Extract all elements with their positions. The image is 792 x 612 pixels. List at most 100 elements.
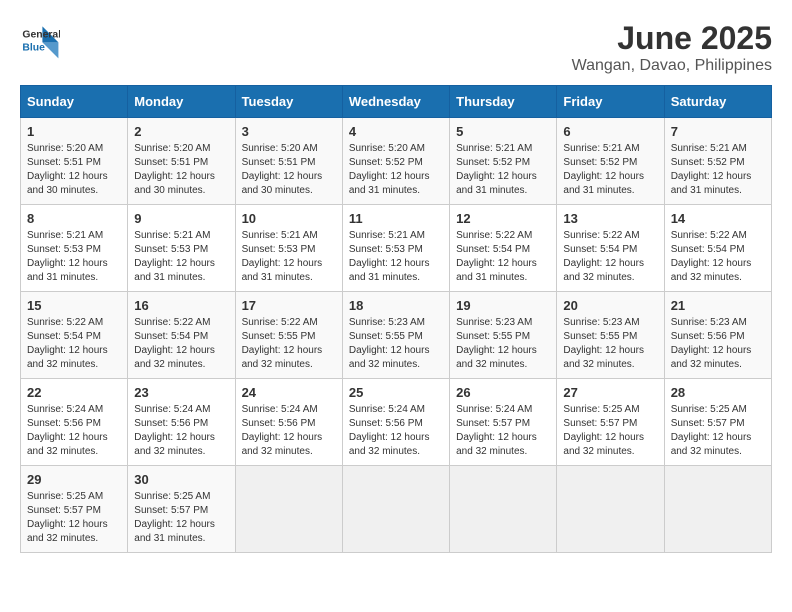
day-info: Sunrise: 5:22 AMSunset: 5:55 PMDaylight:… xyxy=(242,316,336,372)
calendar-cell: 28 Sunrise: 5:25 AMSunset: 5:57 PMDayligh… xyxy=(664,379,771,466)
day-info: Sunrise: 5:22 AMSunset: 5:54 PMDaylight:… xyxy=(27,316,121,372)
day-info: Sunrise: 5:23 AMSunset: 5:55 PMDaylight:… xyxy=(349,316,443,372)
calendar-cell: 19 Sunrise: 5:23 AMSunset: 5:55 PMDayligh… xyxy=(450,292,557,379)
day-info: Sunrise: 5:20 AMSunset: 5:51 PMDaylight:… xyxy=(27,142,121,198)
calendar-cell: 29 Sunrise: 5:25 AMSunset: 5:57 PMDayligh… xyxy=(21,466,128,553)
day-info: Sunrise: 5:22 AMSunset: 5:54 PMDaylight:… xyxy=(456,229,550,285)
calendar-cell: 20Sunrise: 5:23 AMSunset: 5:55 PMDayligh… xyxy=(557,292,664,379)
calendar-cell: 14Sunrise: 5:22 AMSunset: 5:54 PMDayligh… xyxy=(664,205,771,292)
day-number: 21 xyxy=(671,298,765,313)
day-number: 28 xyxy=(671,385,765,400)
day-number: 13 xyxy=(563,211,657,226)
calendar-cell: 26 Sunrise: 5:24 AMSunset: 5:57 PMDayligh… xyxy=(450,379,557,466)
page-title: June 2025 xyxy=(572,20,772,57)
title-block: June 2025 Wangan, Davao, Philippines xyxy=(572,20,772,75)
day-number: 20 xyxy=(563,298,657,313)
day-info: Sunrise: 5:24 AMSunset: 5:56 PMDaylight:… xyxy=(134,403,228,459)
day-number: 19 xyxy=(456,298,550,313)
svg-text:General: General xyxy=(22,30,60,41)
calendar-week-2: 8 Sunrise: 5:21 AMSunset: 5:53 PMDaylight… xyxy=(21,205,772,292)
day-number: 9 xyxy=(134,211,228,226)
calendar-cell: 15 Sunrise: 5:22 AMSunset: 5:54 PMDayligh… xyxy=(21,292,128,379)
day-number: 8 xyxy=(27,211,121,226)
header-tuesday: Tuesday xyxy=(235,86,342,118)
day-info: Sunrise: 5:21 AMSunset: 5:53 PMDaylight:… xyxy=(27,229,121,285)
day-info: Sunrise: 5:20 AMSunset: 5:51 PMDaylight:… xyxy=(134,142,228,198)
calendar-week-3: 15 Sunrise: 5:22 AMSunset: 5:54 PMDayligh… xyxy=(21,292,772,379)
day-number: 22 xyxy=(27,385,121,400)
day-info: Sunrise: 5:25 AMSunset: 5:57 PMDaylight:… xyxy=(671,403,765,459)
calendar-cell: 10Sunrise: 5:21 AMSunset: 5:53 PMDayligh… xyxy=(235,205,342,292)
day-info: Sunrise: 5:25 AMSunset: 5:57 PMDaylight:… xyxy=(27,490,121,546)
calendar-cell: 8 Sunrise: 5:21 AMSunset: 5:53 PMDaylight… xyxy=(21,205,128,292)
calendar-cell xyxy=(664,466,771,553)
day-info: Sunrise: 5:25 AMSunset: 5:57 PMDaylight:… xyxy=(563,403,657,459)
day-info: Sunrise: 5:24 AMSunset: 5:57 PMDaylight:… xyxy=(456,403,550,459)
calendar-cell: 25Sunrise: 5:24 AMSunset: 5:56 PMDayligh… xyxy=(342,379,449,466)
calendar-cell xyxy=(342,466,449,553)
calendar-cell: 22 Sunrise: 5:24 AMSunset: 5:56 PMDayligh… xyxy=(21,379,128,466)
day-number: 27 xyxy=(563,385,657,400)
day-info: Sunrise: 5:21 AMSunset: 5:53 PMDaylight:… xyxy=(242,229,336,285)
calendar-cell: 9 Sunrise: 5:21 AMSunset: 5:53 PMDaylight… xyxy=(128,205,235,292)
calendar-cell: 27 Sunrise: 5:25 AMSunset: 5:57 PMDayligh… xyxy=(557,379,664,466)
day-number: 30 xyxy=(134,472,228,487)
calendar-cell: 16 Sunrise: 5:22 AMSunset: 5:54 PMDayligh… xyxy=(128,292,235,379)
header-thursday: Thursday xyxy=(450,86,557,118)
day-info: Sunrise: 5:21 AMSunset: 5:52 PMDaylight:… xyxy=(671,142,765,198)
calendar-cell: 11 Sunrise: 5:21 AMSunset: 5:53 PMDayligh… xyxy=(342,205,449,292)
day-number: 3 xyxy=(242,124,336,139)
calendar-cell: 7 Sunrise: 5:21 AMSunset: 5:52 PMDaylight… xyxy=(664,118,771,205)
calendar-table: Sunday Monday Tuesday Wednesday Thursday… xyxy=(20,85,772,553)
day-info: Sunrise: 5:20 AMSunset: 5:51 PMDaylight:… xyxy=(242,142,336,198)
logo: General Blue xyxy=(20,20,60,60)
calendar-cell: 12Sunrise: 5:22 AMSunset: 5:54 PMDayligh… xyxy=(450,205,557,292)
day-number: 16 xyxy=(134,298,228,313)
day-info: Sunrise: 5:21 AMSunset: 5:53 PMDaylight:… xyxy=(134,229,228,285)
day-number: 15 xyxy=(27,298,121,313)
calendar-cell: 18 Sunrise: 5:23 AMSunset: 5:55 PMDayligh… xyxy=(342,292,449,379)
calendar-cell xyxy=(235,466,342,553)
calendar-cell xyxy=(557,466,664,553)
day-info: Sunrise: 5:24 AMSunset: 5:56 PMDaylight:… xyxy=(27,403,121,459)
day-info: Sunrise: 5:21 AMSunset: 5:52 PMDaylight:… xyxy=(563,142,657,198)
page-subtitle: Wangan, Davao, Philippines xyxy=(572,57,772,75)
calendar-cell: 4Sunrise: 5:20 AMSunset: 5:52 PMDaylight… xyxy=(342,118,449,205)
calendar-cell: 1Sunrise: 5:20 AMSunset: 5:51 PMDaylight… xyxy=(21,118,128,205)
day-number: 29 xyxy=(27,472,121,487)
day-number: 2 xyxy=(134,124,228,139)
day-number: 7 xyxy=(671,124,765,139)
day-number: 17 xyxy=(242,298,336,313)
day-info: Sunrise: 5:22 AMSunset: 5:54 PMDaylight:… xyxy=(563,229,657,285)
logo-icon: General Blue xyxy=(20,20,60,60)
header-saturday: Saturday xyxy=(664,86,771,118)
calendar-cell: 23Sunrise: 5:24 AMSunset: 5:56 PMDayligh… xyxy=(128,379,235,466)
header-friday: Friday xyxy=(557,86,664,118)
day-number: 11 xyxy=(349,211,443,226)
day-info: Sunrise: 5:24 AMSunset: 5:56 PMDaylight:… xyxy=(242,403,336,459)
day-number: 4 xyxy=(349,124,443,139)
calendar-cell: 5 Sunrise: 5:21 AMSunset: 5:52 PMDaylight… xyxy=(450,118,557,205)
calendar-cell: 3 Sunrise: 5:20 AMSunset: 5:51 PMDaylight… xyxy=(235,118,342,205)
day-info: Sunrise: 5:24 AMSunset: 5:56 PMDaylight:… xyxy=(349,403,443,459)
day-info: Sunrise: 5:23 AMSunset: 5:55 PMDaylight:… xyxy=(456,316,550,372)
calendar-cell: 2 Sunrise: 5:20 AMSunset: 5:51 PMDaylight… xyxy=(128,118,235,205)
page-header: General Blue June 2025 Wangan, Davao, Ph… xyxy=(20,20,772,75)
calendar-cell: 17 Sunrise: 5:22 AMSunset: 5:55 PMDayligh… xyxy=(235,292,342,379)
calendar-week-4: 22 Sunrise: 5:24 AMSunset: 5:56 PMDayligh… xyxy=(21,379,772,466)
calendar-week-1: 1Sunrise: 5:20 AMSunset: 5:51 PMDaylight… xyxy=(21,118,772,205)
day-info: Sunrise: 5:21 AMSunset: 5:53 PMDaylight:… xyxy=(349,229,443,285)
day-number: 26 xyxy=(456,385,550,400)
day-info: Sunrise: 5:22 AMSunset: 5:54 PMDaylight:… xyxy=(671,229,765,285)
day-info: Sunrise: 5:21 AMSunset: 5:52 PMDaylight:… xyxy=(456,142,550,198)
day-info: Sunrise: 5:25 AMSunset: 5:57 PMDaylight:… xyxy=(134,490,228,546)
day-number: 24 xyxy=(242,385,336,400)
day-number: 5 xyxy=(456,124,550,139)
day-number: 18 xyxy=(349,298,443,313)
calendar-week-5: 29 Sunrise: 5:25 AMSunset: 5:57 PMDayligh… xyxy=(21,466,772,553)
day-number: 6 xyxy=(563,124,657,139)
svg-text:Blue: Blue xyxy=(22,42,45,53)
calendar-cell: 21Sunrise: 5:23 AMSunset: 5:56 PMDayligh… xyxy=(664,292,771,379)
day-info: Sunrise: 5:22 AMSunset: 5:54 PMDaylight:… xyxy=(134,316,228,372)
calendar-cell: 24 Sunrise: 5:24 AMSunset: 5:56 PMDayligh… xyxy=(235,379,342,466)
